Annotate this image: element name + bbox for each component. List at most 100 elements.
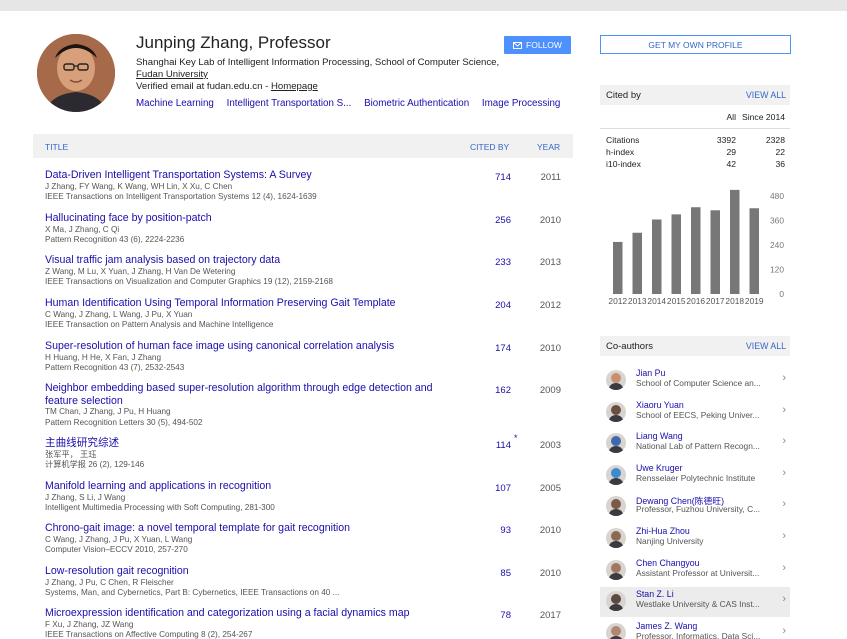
research-interests: Machine Learning Intelligent Transportat… [136, 98, 570, 109]
co-author-name[interactable]: Chen Changyou [636, 558, 700, 568]
y-tick-label: 480 [770, 191, 784, 201]
cited-count[interactable]: 204 [465, 300, 511, 311]
co-author-name[interactable]: Xiaoru Yuan [636, 400, 684, 410]
co-author-item[interactable]: Liang Wang National Lab of Pattern Recogn… [600, 429, 790, 459]
follow-button[interactable]: FOLLOW [504, 36, 571, 54]
profile-name: Junping Zhang, Professor [136, 33, 331, 52]
cited-count[interactable]: 114 [465, 440, 511, 451]
x-tick-label: 2017 [706, 296, 725, 306]
co-author-avatar [606, 496, 626, 517]
chevron-right-icon[interactable]: › [782, 372, 786, 384]
article-row: Chrono-gait image: a novel temporal temp… [45, 522, 575, 556]
article-title[interactable]: Low-resolution gait recognition [45, 565, 455, 578]
article-title[interactable]: Human Identification Using Temporal Info… [45, 297, 455, 310]
cited-count[interactable]: 256 [465, 215, 511, 226]
co-author-affiliation: Westlake University & CAS Inst... [636, 599, 760, 610]
sort-by-year[interactable]: YEAR [537, 142, 560, 152]
article-row: Super-resolution of human face image usi… [45, 340, 575, 374]
x-tick-label: 2013 [628, 296, 647, 306]
article-title[interactable]: Microexpression identification and categ… [45, 607, 455, 620]
chevron-right-icon[interactable]: › [782, 530, 786, 542]
article-year: 2010 [539, 525, 561, 536]
chart-bar[interactable] [691, 207, 701, 294]
chart-bar[interactable] [730, 189, 740, 294]
co-author-name[interactable]: James Z. Wang [636, 621, 697, 631]
co-author-avatar [606, 528, 626, 548]
co-author-item[interactable]: Uwe Kruger Rensselaer Polytechnic Institu… [600, 461, 790, 491]
y-tick-label: 0 [779, 289, 784, 299]
co-author-item[interactable]: Xiaoru Yuan School of EECS, Peking Univer… [600, 398, 790, 428]
chevron-right-icon[interactable]: › [782, 404, 786, 416]
x-tick-label: 2015 [667, 296, 686, 306]
cited-count[interactable]: 714 [465, 172, 511, 183]
cited-count[interactable]: 107 [465, 483, 511, 494]
sort-by-cited[interactable]: CITED BY [470, 142, 509, 152]
chevron-right-icon[interactable]: › [782, 498, 786, 510]
chart-bar[interactable] [613, 241, 623, 294]
co-author-affiliation: Professor, Fuzhou University, C... [636, 504, 761, 515]
sort-by-title[interactable]: TITLE [45, 142, 68, 152]
co-author-name[interactable]: Jian Pu [636, 368, 665, 378]
cited-count[interactable]: 233 [465, 257, 511, 268]
affiliation-link[interactable]: Fudan University [136, 69, 506, 81]
co-author-item[interactable]: Jian Pu School of Computer Science an... › [600, 366, 790, 396]
co-author-affiliation: Professor, Informatics, Data Sci... [636, 630, 761, 639]
article-year: 2010 [539, 215, 561, 226]
affiliation-line: Shanghai Key Lab of Intelligent Informat… [136, 57, 500, 68]
co-author-item[interactable]: James Z. Wang Professor, Informatics, Dat… [600, 619, 790, 639]
article-authors: F Xu, J Zhang, JZ Wang [45, 619, 134, 629]
x-tick-label: 2014 [647, 296, 666, 306]
chevron-right-icon[interactable]: › [782, 435, 786, 447]
article-title[interactable]: 主曲线研究综述 [45, 437, 455, 450]
chevron-right-icon[interactable]: › [782, 593, 786, 605]
chart-bar[interactable] [710, 210, 721, 294]
cited-by-view-all[interactable]: VIEW ALL [746, 90, 786, 100]
chart-bar[interactable] [652, 219, 662, 294]
article-title[interactable]: Manifold learning and applications in re… [45, 480, 455, 493]
chart-bar[interactable] [749, 208, 760, 294]
co-author-name[interactable]: Zhi-Hua Zhou [636, 526, 690, 536]
chevron-right-icon[interactable]: › [782, 562, 786, 574]
article-title[interactable]: Hallucinating face by position-patch [45, 212, 455, 225]
article-title[interactable]: Chrono-gait image: a novel temporal temp… [45, 522, 455, 535]
co-author-affiliation: School of EECS, Peking Univer... [636, 409, 760, 420]
co-author-name[interactable]: Liang Wang [636, 431, 683, 441]
chart-bar[interactable] [671, 214, 682, 294]
chart-bar[interactable] [632, 232, 643, 294]
article-title[interactable]: Visual traffic jam analysis based on tra… [45, 254, 455, 267]
article-authors: J Zhang, FY Wang, K Wang, WH Lin, X Xu, … [45, 181, 233, 191]
co-authors-view-all[interactable]: VIEW ALL [746, 341, 786, 351]
cited-count[interactable]: 174 [465, 343, 511, 354]
co-author-item[interactable]: Chen Changyou Assistant Professor at Univ… [600, 556, 790, 586]
chevron-right-icon[interactable]: › [782, 467, 786, 479]
co-author-item[interactable]: Stan Z. Li Westlake University & CAS Inst… [600, 587, 790, 618]
chevron-right-icon[interactable]: › [782, 625, 786, 637]
profile-photo [37, 34, 115, 112]
article-title[interactable]: Super-resolution of human face image usi… [45, 340, 455, 353]
interest-link[interactable]: Image Processing [482, 98, 560, 109]
co-author-item[interactable]: Zhi-Hua Zhou Nanjing University › [600, 524, 790, 554]
homepage-link[interactable]: Homepage [271, 81, 318, 92]
article-row: Manifold learning and applications in re… [45, 480, 575, 514]
get-my-own-profile-button[interactable]: GET MY OWN PROFILE [600, 35, 791, 54]
interest-link[interactable]: Machine Learning [136, 98, 214, 109]
article-row: 主曲线研究综述 张军平， 王珏 计算机学报 26 (2), 129-146 11… [45, 433, 575, 471]
co-author-name[interactable]: Uwe Kruger [636, 463, 682, 473]
article-authors: C Wang, J Zhang, L Wang, J Pu, X Yuan [45, 309, 193, 319]
article-title[interactable]: Neighbor embedding based super-resolutio… [45, 382, 455, 407]
interest-link[interactable]: Biometric Authentication [364, 98, 469, 109]
co-author-item[interactable]: Dewang Chen(陈德旺) Professor, Fuzhou Univer… [600, 492, 790, 522]
interest-link[interactable]: Intelligent Transportation S... [227, 98, 352, 109]
article-row: Neighbor embedding based super-resolutio… [45, 382, 575, 428]
article-title[interactable]: Data-Driven Intelligent Transportation S… [45, 169, 455, 182]
co-author-affiliation: National Lab of Pattern Recogn... [636, 441, 760, 452]
stat-all: 29 [726, 147, 736, 157]
co-author-name[interactable]: Stan Z. Li [636, 589, 674, 599]
cited-by-label: Cited by [606, 90, 641, 101]
cited-count[interactable]: 85 [465, 568, 511, 579]
article-venue: Pattern Recognition 43 (6), 2224-2236 [45, 235, 185, 245]
co-author-affiliation: Rensselaer Polytechnic Institute [636, 472, 756, 483]
cited-count[interactable]: 78 [465, 610, 511, 621]
cited-count[interactable]: 162 [465, 385, 511, 396]
cited-count[interactable]: 93 [465, 525, 511, 536]
